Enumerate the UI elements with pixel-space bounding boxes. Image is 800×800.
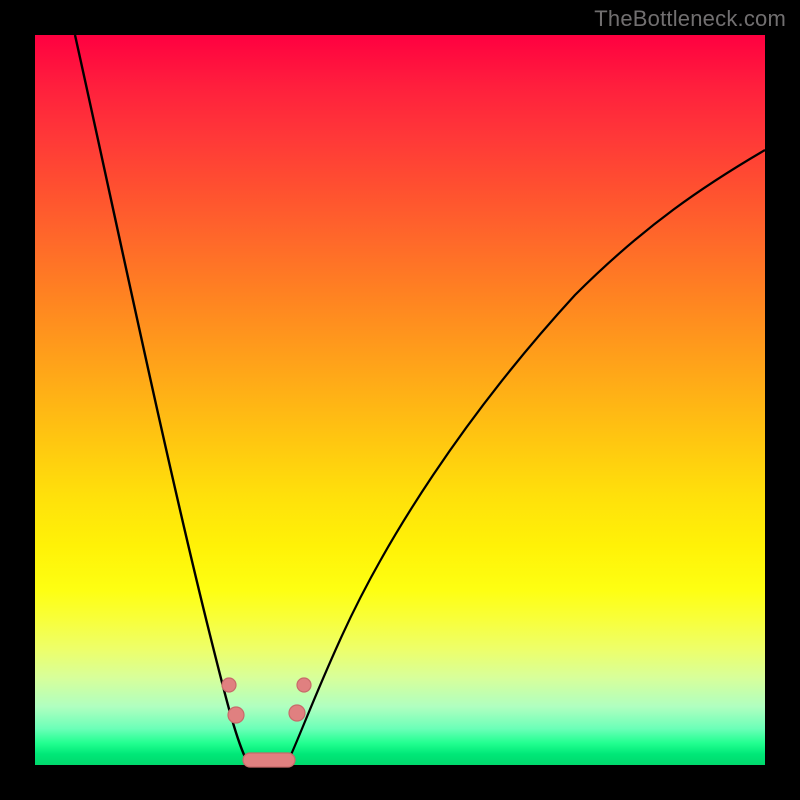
marker-right-lower	[289, 705, 305, 721]
marker-left-upper	[222, 678, 236, 692]
left-curve	[75, 35, 245, 757]
plot-area	[35, 35, 765, 765]
chart-frame: TheBottleneck.com	[0, 0, 800, 800]
trough-pill	[243, 753, 295, 767]
right-curve	[290, 150, 765, 757]
marker-left-lower	[228, 707, 244, 723]
watermark-text: TheBottleneck.com	[594, 6, 786, 32]
curve-svg	[35, 35, 765, 765]
marker-right-upper	[297, 678, 311, 692]
